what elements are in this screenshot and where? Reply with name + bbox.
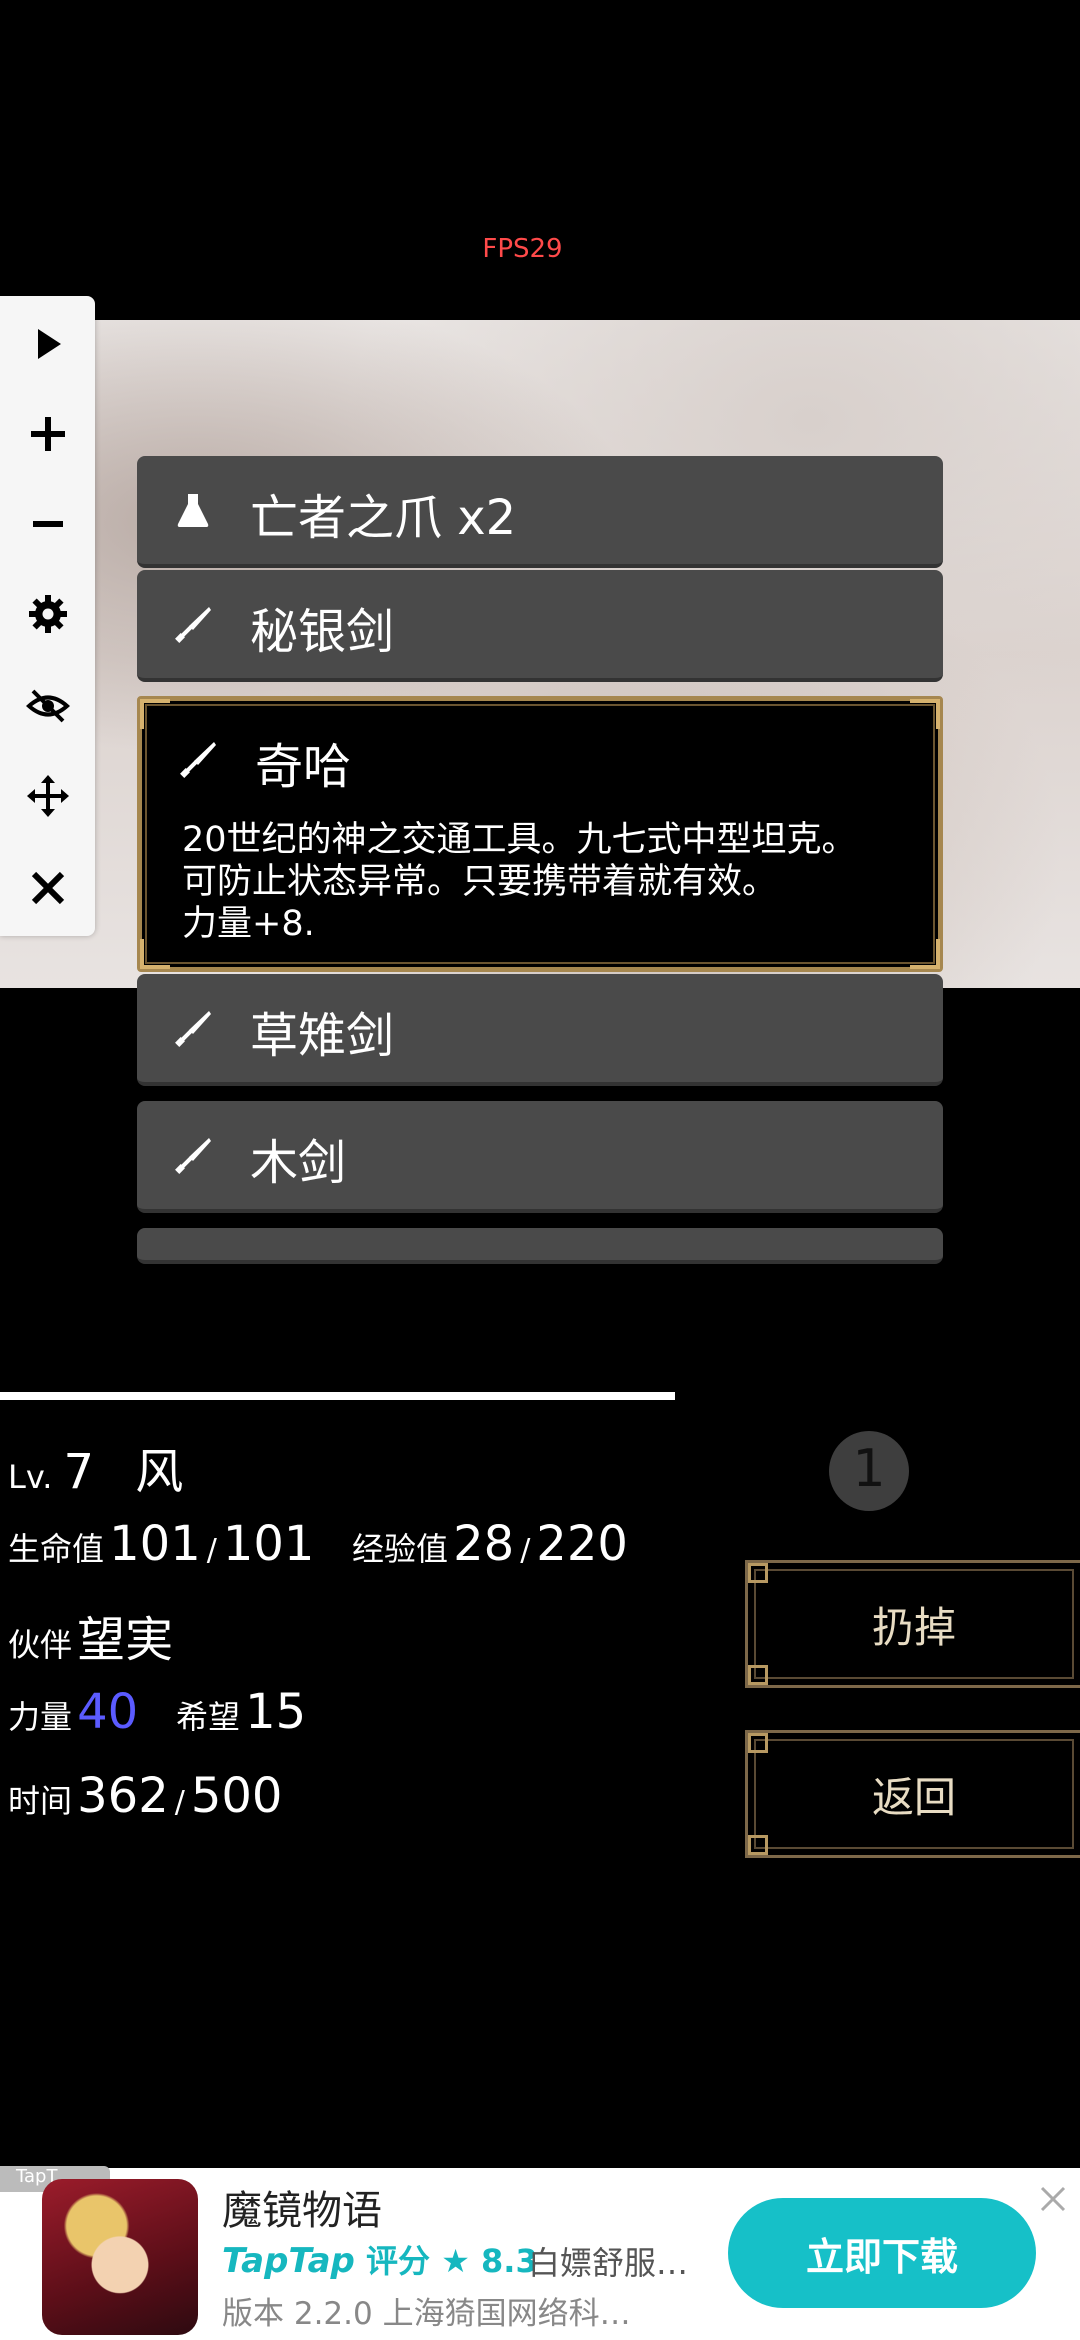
time-label: 时间 [8,1782,73,1820]
item-name: 草雉剑 [250,1008,395,1064]
hp-label: 生命值 [8,1530,105,1568]
exp-label: 经验值 [352,1530,449,1568]
inventory-item[interactable]: 亡者之爪 x2 [137,456,943,568]
exp-current: 28 [453,1516,515,1572]
plus-icon[interactable] [0,398,95,470]
inventory-item[interactable]: 木剑 [137,1101,943,1213]
move-icon[interactable] [0,760,95,832]
ad-rating: TapTap 评分 ★ 8.3 [222,2241,538,2281]
hope-value: 15 [245,1684,307,1740]
selected-inventory-item[interactable]: 奇哈 20世纪的神之交通工具。九七式中型坦克。 可防止状态异常。只要携带着就有效… [137,696,943,972]
gear-icon[interactable] [0,578,95,650]
partner-label: 伙伴 [8,1626,73,1664]
flask-icon [177,494,209,527]
minus-icon[interactable] [0,488,95,560]
hope-label: 希望 [176,1698,241,1736]
level-value: 7 [63,1444,95,1500]
strength-label: 力量 [8,1698,73,1736]
close-icon[interactable] [1036,2182,1070,2216]
level-label: Lv. [8,1458,53,1496]
progress-bar [0,1392,675,1400]
character-name: 风 [135,1444,184,1500]
hope-row: 希望 15 [176,1684,306,1740]
hp-current: 101 [109,1516,201,1572]
ad-title: 魔镜物语 [222,2188,382,2234]
item-name: 秘银剑 [250,604,395,660]
time-max: 500 [190,1768,283,1824]
back-button[interactable]: 返回 [745,1730,1080,1858]
sword-icon [175,1011,211,1047]
time-current: 362 [77,1768,169,1824]
quantity-badge: 1 [829,1431,909,1511]
item-name: 木剑 [250,1135,347,1191]
exp-row: 经验值 28/220 [352,1516,628,1572]
close-icon[interactable] [0,852,95,924]
item-name: 亡者之爪 x2 [250,490,517,546]
level-row: Lv. 7 风 [8,1432,183,1502]
sword-icon [175,1138,211,1174]
item-name: 奇哈 [255,739,352,795]
game-icon[interactable] [42,2179,198,2335]
partner-name: 望実 [77,1612,174,1668]
strength-value: 40 [77,1684,139,1740]
ad-banner[interactable]: TapT 魔镜物语 TapTap 评分 ★ 8.3 白嫖舒服… 版本 2.2.0… [0,2166,1080,2340]
drop-button[interactable]: 扔掉 [745,1560,1080,1688]
sword-icon [175,607,211,643]
item-description: 20世纪的神之交通工具。九七式中型坦克。 可防止状态异常。只要携带着就有效。 力… [182,820,857,944]
inventory-item[interactable]: 秘银剑 [137,570,943,682]
inventory-item-partial[interactable] [137,1228,943,1264]
strength-row: 力量 40 [8,1684,138,1740]
hp-max: 101 [222,1516,315,1572]
download-button[interactable]: 立即下载 [728,2198,1036,2308]
fps-counter: FPS29 [482,234,563,264]
hp-row: 生命值 101/101 [8,1516,315,1572]
eye-off-icon[interactable] [0,670,95,742]
star-icon: ★ [441,2242,470,2280]
partner-row: 伙伴 望実 [8,1600,173,1670]
play-icon[interactable] [0,308,95,380]
ad-version: 版本 2.2.0 上海猗国网络科… [222,2296,631,2332]
floating-toolbar [0,296,95,936]
time-row: 时间 362/500 [8,1768,283,1824]
ad-developer: 白嫖舒服… [528,2244,689,2282]
inventory-item[interactable]: 草雉剑 [137,974,943,1086]
sword-icon [180,742,216,778]
exp-max: 220 [536,1516,628,1572]
